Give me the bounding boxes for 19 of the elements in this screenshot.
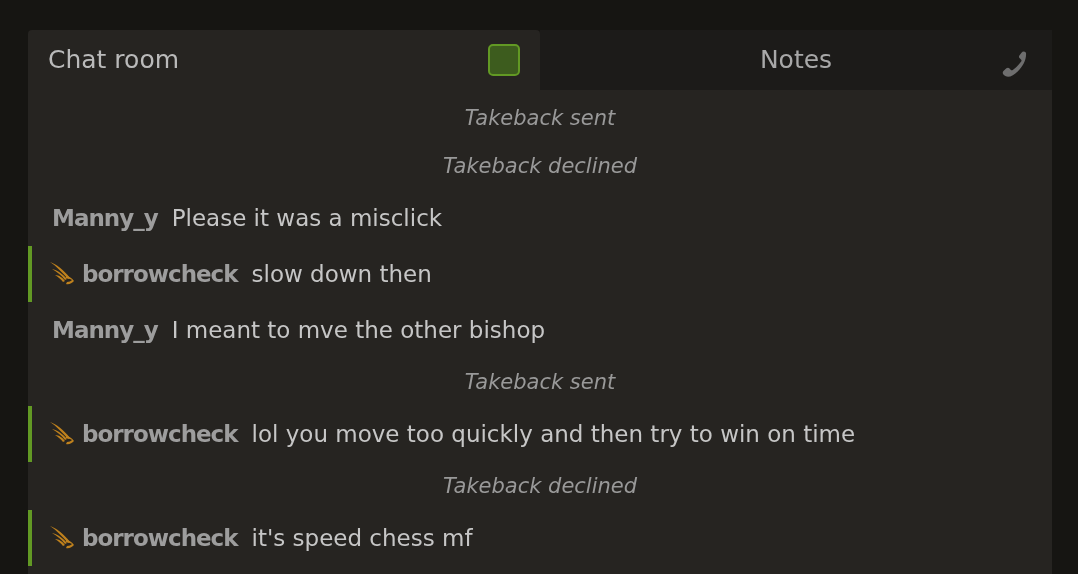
message-text: Please it was a misclick — [171, 203, 443, 233]
tab-label: Notes — [759, 44, 833, 77]
username-link[interactable]: Manny_y — [52, 312, 158, 348]
tab-label: Chat room — [48, 44, 180, 77]
message-text: lol you move too quickly and then try to win on time — [251, 419, 856, 449]
tab[interactable]: Chat room — [28, 30, 540, 90]
username-link[interactable]: borrowcheck — [82, 256, 238, 292]
system-message: Takeback sent — [463, 369, 617, 396]
message-text: slow down then — [251, 259, 432, 289]
username-link[interactable]: borrowcheck — [82, 520, 238, 556]
username-link[interactable]: borrowcheck — [82, 416, 238, 452]
tab[interactable]: Notes — [540, 30, 1052, 90]
message-text: I meant to mve the other bishop — [171, 315, 546, 345]
chat-toggle[interactable] — [488, 44, 520, 76]
system-message: Takeback sent — [463, 105, 617, 132]
system-message: Takeback declined — [441, 473, 639, 500]
username-link[interactable]: Manny_y — [52, 200, 158, 236]
message-text: it's speed chess mf — [251, 523, 473, 553]
system-message: Takeback declined — [441, 153, 639, 180]
